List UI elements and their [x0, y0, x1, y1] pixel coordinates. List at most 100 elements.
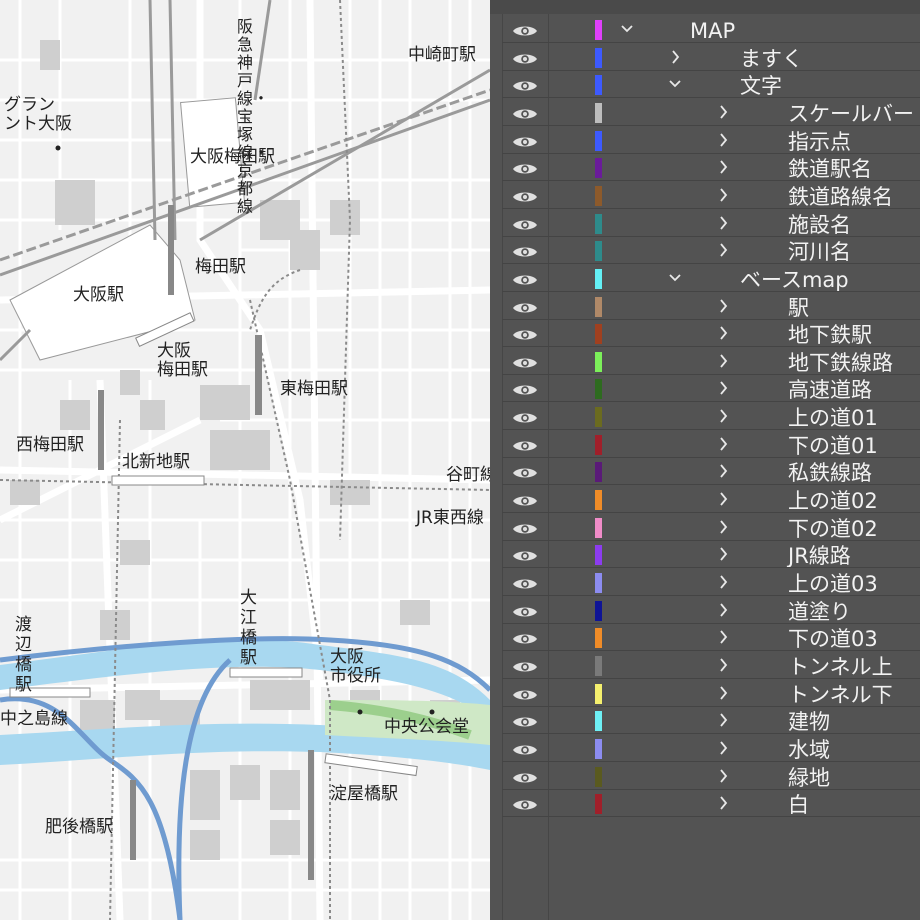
label-higobashi-station: 肥後橋駅	[45, 817, 113, 837]
layer-row[interactable]: 白	[490, 790, 920, 818]
chevron-right-icon[interactable]	[716, 601, 730, 619]
visibility-eye-icon[interactable]	[512, 466, 538, 480]
visibility-eye-icon[interactable]	[512, 79, 538, 93]
layer-row[interactable]: 下の道03	[490, 624, 920, 652]
layer-row[interactable]: 下の道01	[490, 431, 920, 458]
chevron-right-icon[interactable]	[716, 518, 730, 536]
layer-row[interactable]: 私鉄線路	[490, 458, 920, 486]
chevron-right-icon[interactable]	[716, 628, 730, 646]
chevron-right-icon[interactable]	[668, 48, 682, 66]
visibility-eye-icon[interactable]	[512, 494, 538, 508]
visibility-eye-icon[interactable]	[512, 660, 538, 674]
visibility-eye-icon[interactable]	[512, 190, 538, 204]
layer-row[interactable]: 鉄道駅名	[490, 154, 920, 182]
chevron-down-icon[interactable]	[620, 20, 634, 38]
chevron-right-icon[interactable]	[716, 656, 730, 674]
layer-row[interactable]: 下の道02	[490, 514, 920, 541]
visibility-eye-icon[interactable]	[512, 605, 538, 619]
layer-row[interactable]: スケールバー	[490, 99, 920, 126]
layer-row[interactable]: ベースmap	[490, 265, 920, 292]
visibility-eye-icon[interactable]	[512, 218, 538, 232]
visibility-eye-icon[interactable]	[512, 245, 538, 259]
chevron-right-icon[interactable]	[716, 158, 730, 176]
chevron-right-icon[interactable]	[716, 573, 730, 591]
chevron-right-icon[interactable]	[716, 684, 730, 702]
chevron-right-icon[interactable]	[716, 297, 730, 315]
visibility-eye-icon[interactable]	[512, 549, 538, 563]
visibility-eye-icon[interactable]	[512, 522, 538, 536]
chevron-right-icon[interactable]	[716, 435, 730, 453]
visibility-eye-icon[interactable]	[512, 383, 538, 397]
visibility-eye-icon[interactable]	[512, 52, 538, 66]
layer-row[interactable]: 建物	[490, 707, 920, 735]
layer-row[interactable]: 河川名	[490, 237, 920, 265]
chevron-right-icon[interactable]	[716, 407, 730, 425]
layer-row[interactable]: 地下鉄線路	[490, 348, 920, 375]
chevron-right-icon[interactable]	[716, 545, 730, 563]
chevron-right-icon[interactable]	[716, 131, 730, 149]
layer-row[interactable]: ますく	[490, 44, 920, 71]
layer-row[interactable]: 施設名	[490, 210, 920, 237]
chevron-right-icon[interactable]	[716, 462, 730, 480]
visibility-eye-icon[interactable]	[512, 715, 538, 729]
visibility-eye-icon[interactable]	[512, 356, 538, 370]
visibility-eye-icon[interactable]	[512, 411, 538, 425]
label-osaka-city-hall: 大阪 市役所	[330, 647, 381, 686]
layer-row[interactable]: MAP	[490, 16, 920, 43]
visibility-eye-icon[interactable]	[512, 328, 538, 342]
label-kitashinchi-station: 北新地駅	[122, 452, 190, 472]
chevron-right-icon[interactable]	[716, 490, 730, 508]
chevron-right-icon[interactable]	[716, 103, 730, 121]
layer-color-swatch	[595, 324, 602, 345]
visibility-eye-icon[interactable]	[512, 688, 538, 702]
visibility-eye-icon[interactable]	[512, 107, 538, 121]
layer-color-swatch	[595, 517, 602, 538]
layer-row[interactable]: 鉄道路線名	[490, 182, 920, 209]
chevron-right-icon[interactable]	[716, 767, 730, 785]
layer-row[interactable]: 文字	[490, 71, 920, 99]
visibility-eye-icon[interactable]	[512, 301, 538, 315]
visibility-eye-icon[interactable]	[512, 24, 538, 38]
map-canvas[interactable]: 阪急 神戸 阪急神戸線・宝塚線・京都線 中崎町駅 グラン ント大阪 大阪梅田駅 …	[0, 0, 490, 920]
chevron-right-icon[interactable]	[716, 324, 730, 342]
chevron-right-icon[interactable]	[716, 711, 730, 729]
layer-row[interactable]: 上の道01	[490, 403, 920, 431]
layer-row[interactable]: 駅	[490, 293, 920, 320]
visibility-eye-icon[interactable]	[512, 632, 538, 646]
visibility-eye-icon[interactable]	[512, 798, 538, 812]
visibility-eye-icon[interactable]	[512, 577, 538, 591]
layer-row[interactable]: 高速道路	[490, 375, 920, 403]
label-umeda-station: 梅田駅	[195, 257, 246, 277]
chevron-right-icon[interactable]	[716, 186, 730, 204]
layer-color-swatch	[595, 738, 602, 759]
layer-name: 道塗り	[788, 599, 851, 624]
layer-row[interactable]: 緑地	[490, 763, 920, 790]
chevron-down-icon[interactable]	[668, 269, 682, 287]
layer-color-swatch	[595, 600, 602, 621]
chevron-right-icon[interactable]	[716, 739, 730, 757]
chevron-right-icon[interactable]	[716, 794, 730, 812]
chevron-right-icon[interactable]	[716, 214, 730, 232]
visibility-eye-icon[interactable]	[512, 273, 538, 287]
visibility-eye-icon[interactable]	[512, 743, 538, 757]
layer-row[interactable]: 水域	[490, 735, 920, 762]
visibility-eye-icon[interactable]	[512, 162, 538, 176]
layer-row[interactable]: トンネル下	[490, 680, 920, 707]
layer-row[interactable]: 道塗り	[490, 597, 920, 624]
label-tanimachi-line: 谷町線	[446, 465, 490, 485]
chevron-right-icon[interactable]	[716, 352, 730, 370]
layer-row[interactable]: トンネル上	[490, 652, 920, 679]
layer-row[interactable]: 上の道03	[490, 569, 920, 596]
visibility-eye-icon[interactable]	[512, 771, 538, 785]
layer-row[interactable]: 上の道02	[490, 486, 920, 514]
visibility-eye-icon[interactable]	[512, 135, 538, 149]
chevron-right-icon[interactable]	[716, 241, 730, 259]
chevron-down-icon[interactable]	[668, 75, 682, 93]
visibility-eye-icon[interactable]	[512, 439, 538, 453]
layer-row[interactable]: 指示点	[490, 127, 920, 154]
layer-row[interactable]: JR線路	[490, 541, 920, 569]
chevron-right-icon[interactable]	[716, 379, 730, 397]
layer-row[interactable]: 地下鉄駅	[490, 320, 920, 348]
layer-name: 下の道02	[788, 516, 878, 541]
layer-color-swatch	[595, 794, 602, 815]
